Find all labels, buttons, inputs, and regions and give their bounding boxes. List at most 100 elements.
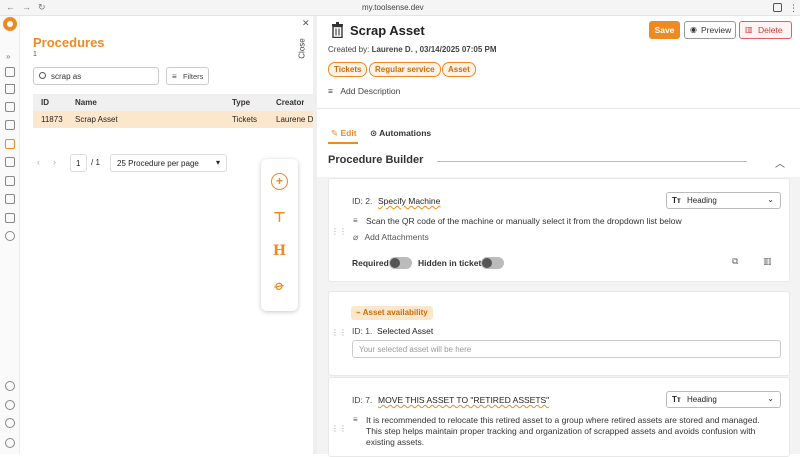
save-button[interactable]: Save	[649, 21, 680, 39]
column-creator[interactable]: Creator	[276, 98, 304, 107]
search-input[interactable]: scrap as	[33, 67, 159, 85]
selected-asset-field[interactable]: Your selected asset will be here	[352, 340, 781, 358]
expand-icon[interactable]: »	[6, 52, 10, 61]
delete-label: Delete	[758, 25, 783, 35]
toolbox-icon[interactable]	[5, 120, 15, 130]
prev-page-icon[interactable]: ‹	[37, 157, 40, 167]
question-card-selected-asset[interactable]: ⋮⋮ ⌁ Asset availability ID: 1. Selected …	[328, 291, 790, 376]
question-description[interactable]: It is recommended to relocate this retir…	[366, 415, 776, 448]
close-icon: ✕	[302, 18, 310, 28]
question-title[interactable]: Specify Machine	[378, 196, 440, 206]
row-name: Scrap Asset	[75, 115, 118, 124]
question-card-wrapper: ⋮⋮ ID: 2. Specify Machine Tт Heading ⌄ ≡…	[317, 177, 800, 297]
builder-divider	[437, 161, 747, 162]
gear-icon[interactable]	[5, 418, 15, 428]
description-icon: ≡	[353, 216, 358, 225]
procedure-detail-pane: Scrap Asset Save ◉ Preview ▥ Delete Crea…	[317, 16, 800, 457]
truck-icon[interactable]	[5, 176, 15, 186]
extension-icon[interactable]	[773, 3, 782, 12]
alarm-icon[interactable]	[5, 231, 15, 241]
procedure-title[interactable]: Scrap Asset	[350, 23, 425, 38]
result-count: 1	[33, 51, 37, 58]
created-prefix: Created by:	[328, 45, 372, 54]
menu-icon[interactable]: ⋮	[789, 3, 798, 14]
page-title: Procedures	[33, 35, 105, 50]
required-toggle[interactable]	[389, 257, 412, 269]
procedures-icon[interactable]	[5, 139, 15, 149]
question-type-value: Heading	[687, 395, 717, 404]
question-card-move-asset[interactable]: ⋮⋮ ID: 7. MOVE THIS ASSET TO "RETIRED AS…	[328, 377, 790, 457]
next-page-icon[interactable]: ›	[53, 157, 56, 167]
add-question-icon[interactable]: +	[271, 173, 288, 190]
profile-icon[interactable]	[5, 438, 15, 448]
add-attachments-button[interactable]: ⌀ Add Attachments	[353, 232, 429, 243]
column-type[interactable]: Type	[232, 98, 250, 107]
inbox-icon[interactable]	[5, 102, 15, 112]
created-info: Created by: Laurene D. , 03/14/2025 07:0…	[328, 45, 497, 54]
question-id: ID: 2.	[352, 196, 373, 206]
toolsense-logo-icon[interactable]	[3, 17, 17, 31]
preview-label: Preview	[701, 25, 732, 35]
add-heading-icon[interactable]: H	[271, 243, 288, 260]
preview-button[interactable]: ◉ Preview	[684, 21, 736, 39]
reload-icon[interactable]: ↻	[38, 2, 46, 13]
filters-button[interactable]: ≡ Filters	[166, 67, 209, 85]
browser-bar: ← → ↻ my.toolsense.dev ⋮	[0, 0, 800, 16]
forward-icon[interactable]: →	[22, 2, 31, 12]
question-card-wrapper: ⋮⋮ ID: 7. MOVE THIS ASSET TO "RETIRED AS…	[317, 376, 800, 457]
page-number: 1	[76, 159, 81, 168]
add-input-icon[interactable]: ⊤	[271, 209, 288, 226]
row-creator: Laurene D.	[276, 115, 313, 124]
drag-handle-icon[interactable]: ⋮⋮	[331, 227, 347, 236]
builder-toolbox: + ⊤ H ⌀	[261, 159, 298, 311]
close-panel-button[interactable]: ✕ Close	[298, 16, 314, 76]
flag-icon[interactable]	[5, 157, 15, 167]
tag-asset[interactable]: Asset	[442, 62, 476, 77]
question-card-specify-machine[interactable]: ⋮⋮ ID: 2. Specify Machine Tт Heading ⌄ ≡…	[328, 178, 790, 282]
tab-edit[interactable]: ✎ Edit	[331, 128, 357, 139]
column-name[interactable]: Name	[75, 98, 97, 107]
back-icon[interactable]: ←	[6, 2, 15, 12]
per-page-select[interactable]: 25 Procedure per page ▾	[110, 154, 227, 172]
add-attachment-icon[interactable]: ⌀	[268, 274, 292, 298]
trash-icon	[332, 22, 343, 38]
users-icon[interactable]	[5, 381, 15, 391]
drag-handle-icon[interactable]: ⋮⋮	[331, 328, 347, 337]
per-page-value: 25 Procedure per page	[117, 159, 199, 168]
add-description-label: Add Description	[340, 86, 401, 96]
alert-icon[interactable]	[5, 84, 15, 94]
tag-regular-service[interactable]: Regular service	[369, 62, 441, 77]
add-description-button[interactable]: ≡ Add Description	[328, 86, 400, 96]
question-description[interactable]: Scan the QR code of the machine or manua…	[366, 216, 776, 227]
duplicate-icon[interactable]: ⧉	[732, 256, 742, 266]
delete-icon: ▥	[745, 25, 753, 34]
table-row[interactable]: 11873 Scrap Asset Tickets Laurene D.	[33, 111, 313, 128]
filter-icon: ≡	[172, 72, 177, 81]
info-icon[interactable]	[5, 400, 15, 410]
hidden-in-ticket-toggle[interactable]	[481, 257, 504, 269]
question-title[interactable]: MOVE THIS ASSET TO "RETIRED ASSETS"	[378, 395, 549, 405]
dashboard-icon[interactable]	[5, 67, 15, 77]
delete-question-icon[interactable]: ▥	[763, 256, 773, 266]
filters-label: Filters	[183, 72, 204, 81]
calendar-icon[interactable]	[5, 213, 15, 223]
collapse-chevron-icon[interactable]: ︿	[775, 155, 785, 170]
detail-tabs: ✎ Edit ⊙ Automations	[328, 126, 448, 144]
tab-automations[interactable]: ⊙ Automations	[370, 128, 431, 139]
question-type-select[interactable]: Tт Heading ⌄	[666, 391, 781, 408]
tag-tickets[interactable]: Tickets	[328, 62, 368, 77]
builder-title: Procedure Builder	[328, 154, 424, 166]
address-bar[interactable]: my.toolsense.dev	[362, 3, 424, 12]
question-type-select[interactable]: Tт Heading ⌄	[666, 192, 781, 209]
chevron-down-icon: ⌄	[767, 195, 774, 204]
question-card-wrapper: ⋮⋮ ⌁ Asset availability ID: 1. Selected …	[317, 290, 800, 380]
heading-type-icon: Tт	[672, 196, 681, 205]
search-icon	[39, 72, 46, 79]
delete-button[interactable]: ▥ Delete	[739, 21, 792, 39]
chart-icon[interactable]	[5, 194, 15, 204]
eye-icon: ◉	[690, 25, 697, 34]
column-id[interactable]: ID	[41, 98, 49, 107]
drag-handle-icon[interactable]: ⋮⋮	[331, 424, 347, 433]
page-input[interactable]: 1	[70, 154, 87, 172]
pulse-icon: ⌁	[356, 308, 361, 317]
